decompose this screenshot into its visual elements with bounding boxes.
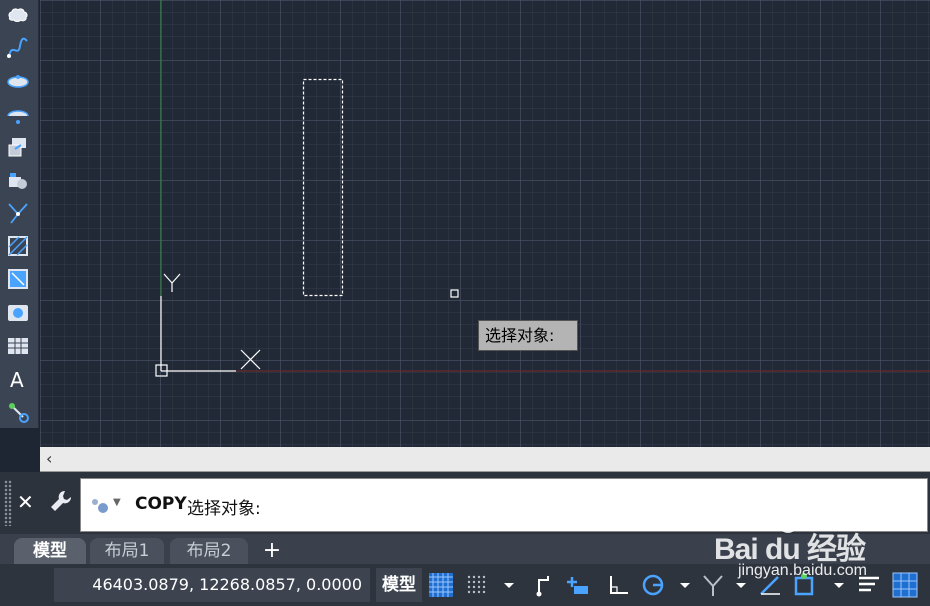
tab-layout2[interactable]: 布局2 xyxy=(170,538,248,564)
customize-wrench-icon[interactable] xyxy=(48,488,74,514)
add-layout-button[interactable]: + xyxy=(258,538,286,564)
insert-block-icon[interactable] xyxy=(5,134,31,160)
region-icon[interactable] xyxy=(5,300,31,326)
polar-tracking-icon[interactable] xyxy=(640,572,666,598)
point-icon[interactable] xyxy=(5,200,31,226)
ortho-mode-icon[interactable] xyxy=(606,572,632,598)
drawing-canvas[interactable]: 选择对象: xyxy=(40,0,930,447)
lineweight-icon[interactable] xyxy=(856,572,882,598)
ucs-icon xyxy=(155,273,261,377)
add-selected-icon[interactable] xyxy=(5,399,31,425)
isometric-drafting-icon[interactable] xyxy=(700,572,726,598)
table-icon[interactable] xyxy=(5,333,31,359)
status-bar: 46403.0879, 12268.0857, 0.0000 模型 xyxy=(0,564,930,606)
scroll-left-icon[interactable]: ‹ xyxy=(46,449,52,468)
multiline-text-icon[interactable]: A xyxy=(5,366,31,392)
tab-model[interactable]: 模型 xyxy=(14,538,86,564)
ellipse-icon[interactable] xyxy=(5,68,31,94)
model-space-button[interactable]: 模型 xyxy=(376,568,422,602)
dynamic-input-tooltip: 选择对象: xyxy=(478,320,578,351)
spline-icon[interactable] xyxy=(5,35,31,61)
snap-mode-icon[interactable] xyxy=(464,572,490,598)
grid-icon[interactable] xyxy=(428,572,454,598)
dynamic-input-icon[interactable] xyxy=(564,572,590,598)
command-keyword: COPY xyxy=(135,494,187,514)
recent-commands-icon[interactable] xyxy=(89,496,113,516)
make-block-icon[interactable] xyxy=(5,168,31,194)
chevron-down-icon[interactable] xyxy=(496,572,522,598)
revision-cloud-icon[interactable] xyxy=(5,2,31,28)
object-snap-tracking-icon[interactable] xyxy=(758,572,784,598)
transparency-icon[interactable] xyxy=(892,572,918,598)
close-icon[interactable]: ✕ xyxy=(17,490,34,514)
chevron-down-icon[interactable] xyxy=(728,572,754,598)
command-line-grip[interactable] xyxy=(4,480,12,526)
selected-rectangle xyxy=(302,78,344,297)
layout-tabs: 模型 布局1 布局2 + xyxy=(0,534,930,564)
command-line-panel: ✕ ▼ COPY 选择对象: xyxy=(0,472,930,534)
chevron-down-icon[interactable]: ▼ xyxy=(113,497,121,508)
coordinate-readout: 46403.0879, 12268.0857, 0.0000 xyxy=(54,568,370,602)
command-prompt: 选择对象: xyxy=(187,499,261,519)
gradient-icon[interactable] xyxy=(5,266,31,292)
object-snap-icon[interactable] xyxy=(792,572,818,598)
svg-text:A: A xyxy=(10,368,24,391)
ellipse-arc-icon[interactable] xyxy=(5,101,31,127)
hatch-icon[interactable] xyxy=(5,233,31,259)
draw-toolbar: A xyxy=(0,0,39,428)
pickbox-cursor xyxy=(450,289,459,298)
chevron-down-icon[interactable] xyxy=(826,572,852,598)
horizontal-scrollbar[interactable]: ‹ xyxy=(40,447,930,472)
command-line-input[interactable]: ▼ COPY 选择对象: xyxy=(80,478,928,532)
tab-layout1[interactable]: 布局1 xyxy=(90,538,164,564)
chevron-down-icon[interactable] xyxy=(672,572,698,598)
infer-constraints-icon[interactable] xyxy=(530,572,556,598)
autocad-window: A 选择对象: ‹ ✕ ▼ COPY 选择对象: 模型 布局1 布局2 + 46… xyxy=(0,0,930,606)
